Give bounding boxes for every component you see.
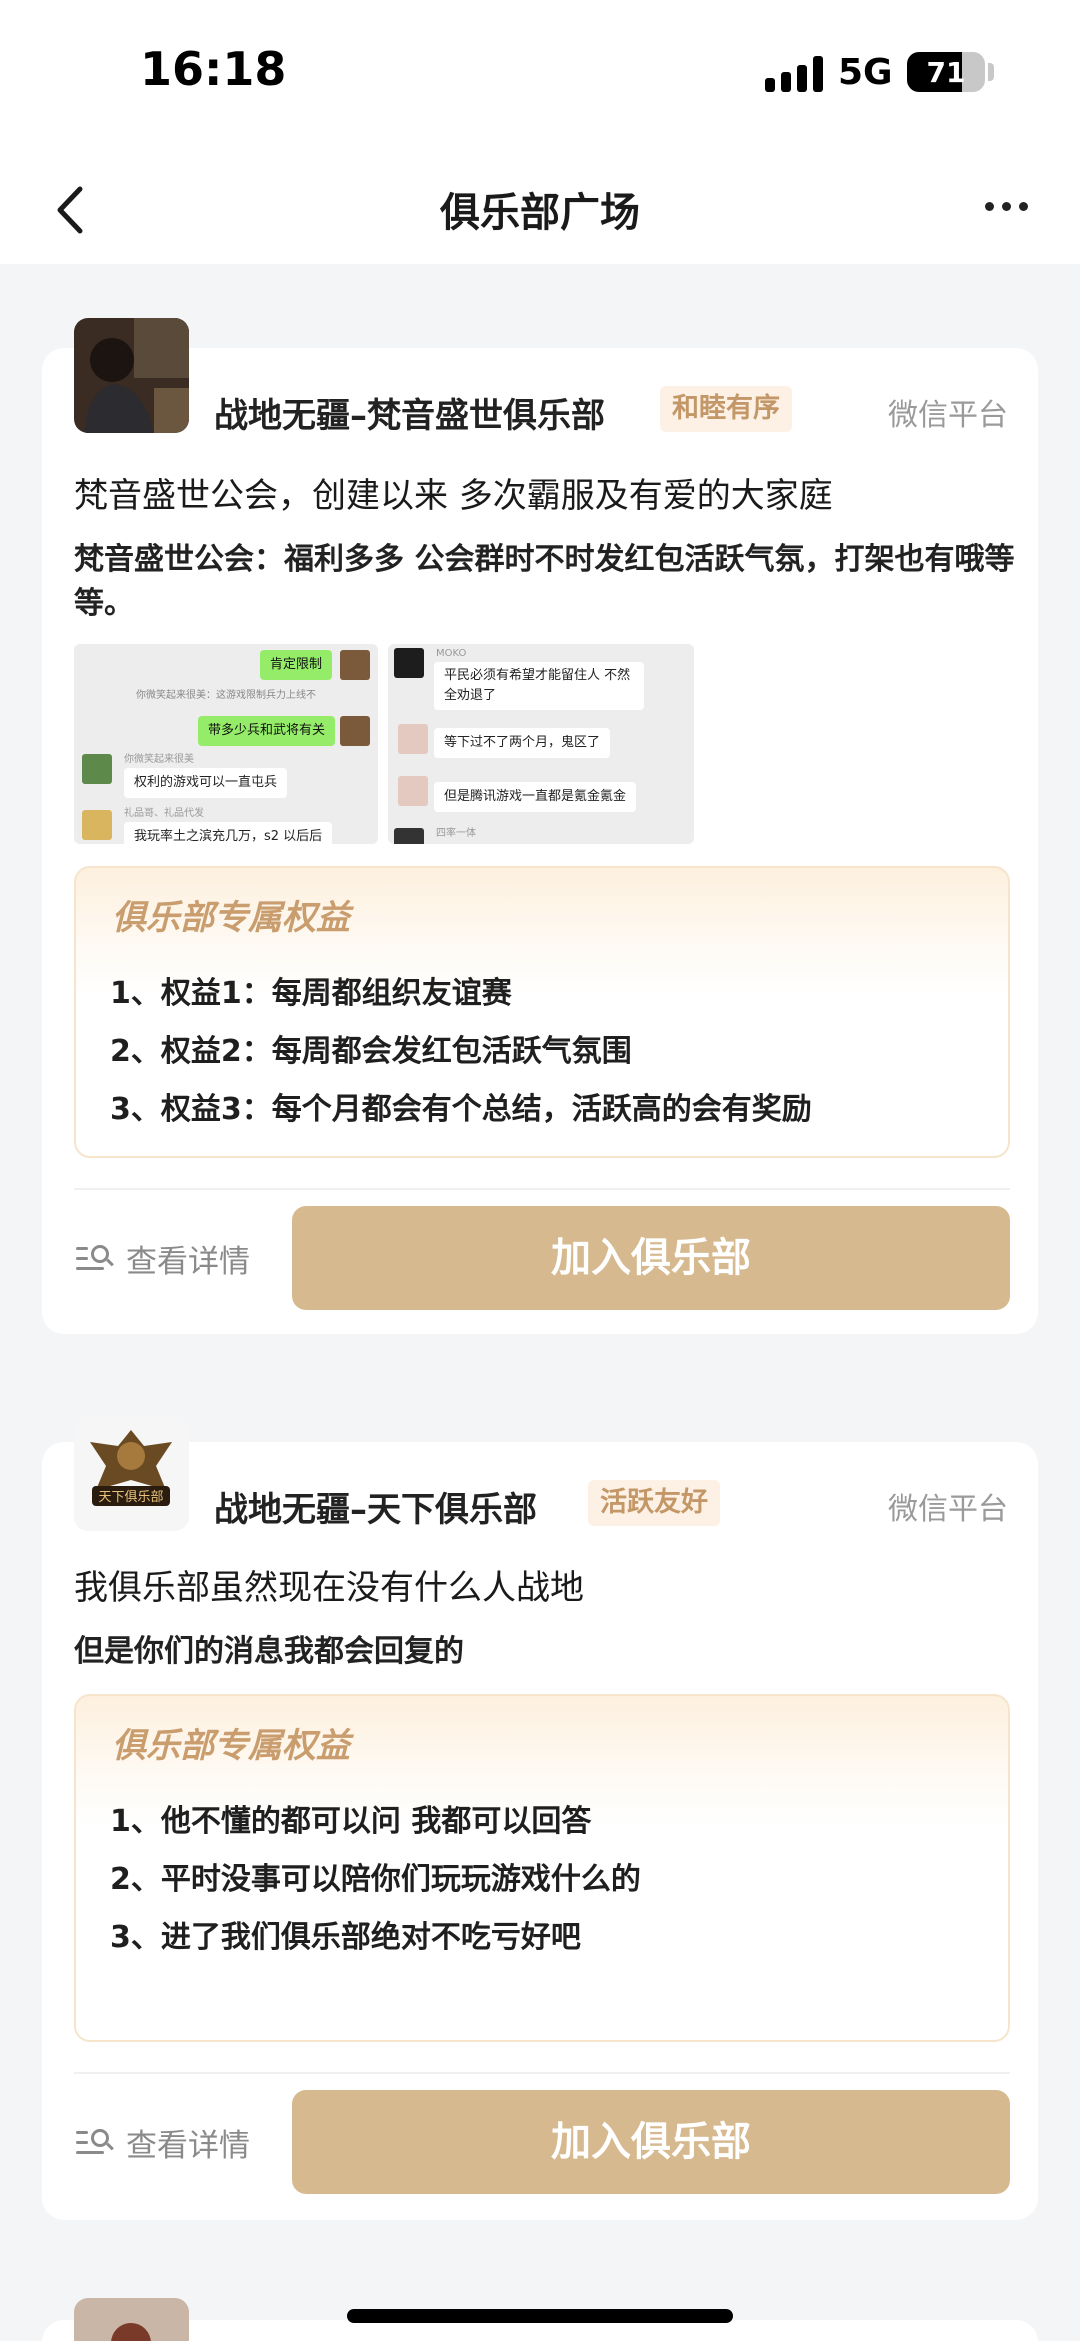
chat-bubble: 你微笑起来很美：这游戏限制兵力上线不 xyxy=(136,690,316,701)
chat-avatar xyxy=(82,754,112,784)
club-headline: 梵音盛世公会，创建以来 多次霸服及有爱的大家庭 xyxy=(74,476,833,516)
club-platform: 微信平台 xyxy=(888,1492,1008,1527)
club-headline: 我俱乐部虽然现在没有什么人战地 xyxy=(74,1568,584,1608)
chat-bubble: 肯定限制 xyxy=(260,650,333,680)
benefit-item: 1、他不懂的都可以问 我都可以回答 xyxy=(110,1804,592,1839)
club-platform: 微信平台 xyxy=(888,398,1008,433)
chat-sender: 你微笑起来很美 xyxy=(124,754,194,765)
benefits-title: 俱乐部专属权益 xyxy=(112,898,350,938)
status-bar: 16:18 5G 71 xyxy=(0,0,1080,150)
club-screenshots: 肯定限制 你微笑起来很美：这游戏限制兵力上线不 带多少兵和武将有关 你微笑起来很… xyxy=(74,644,694,844)
nav-bar: 俱乐部广场 xyxy=(0,150,1080,264)
view-details-label: 查看详情 xyxy=(126,2127,250,2164)
chat-avatar xyxy=(398,776,428,806)
club-benefits: 俱乐部专属权益 1、他不懂的都可以问 我都可以回答 2、平时没事可以陪你们玩玩游… xyxy=(74,1694,1010,2042)
club-name: 战地无疆–梵音盛世俱乐部 xyxy=(214,396,605,436)
club-avatar[interactable] xyxy=(74,2298,189,2341)
club-benefits: 俱乐部专属权益 1、权益1：每周都组织友谊赛 2、权益2：每周都会发红包活跃气氛… xyxy=(74,866,1010,1158)
battery-tip xyxy=(988,63,994,81)
detail-list-search-icon xyxy=(76,2127,114,2157)
view-details-link[interactable]: 查看详情 xyxy=(76,2090,250,2194)
club-description: 但是你们的消息我都会回复的 xyxy=(74,1634,464,1669)
home-indicator[interactable] xyxy=(347,2309,733,2323)
club-tag: 和睦有序 xyxy=(660,386,792,432)
benefit-item: 2、平时没事可以陪你们玩玩游戏什么的 xyxy=(110,1862,641,1897)
club-avatar[interactable] xyxy=(74,318,189,433)
chat-sender: 礼品哥、礼品代发 xyxy=(124,808,204,819)
chat-avatar xyxy=(340,716,370,746)
benefits-title: 俱乐部专属权益 xyxy=(112,1726,350,1766)
chat-bubble: 带多少兵和武将有关 xyxy=(198,716,336,746)
signal-icon xyxy=(765,56,823,92)
card-divider xyxy=(74,1188,1010,1190)
chat-bubble: 平民必须有希望才能留住人 不然全劝退了 xyxy=(434,662,644,710)
card-divider xyxy=(74,2072,1010,2074)
chat-bubble: 但是腾讯游戏一直都是氪金氪金 xyxy=(434,782,637,812)
chat-avatar xyxy=(398,724,428,754)
avatar-emblem-text: 天下俱乐部 xyxy=(98,1490,163,1505)
benefit-item: 3、进了我们俱乐部绝对不吃亏好吧 xyxy=(110,1920,581,1955)
view-details-link[interactable]: 查看详情 xyxy=(76,1206,250,1310)
join-club-button[interactable]: 加入俱乐部 xyxy=(292,1206,1010,1310)
chat-avatar xyxy=(82,810,112,840)
battery-icon: 71 xyxy=(907,52,985,92)
page-title: 俱乐部广场 xyxy=(440,190,640,236)
benefit-item: 3、权益3：每个月都会有个总结，活跃高的会有奖励 xyxy=(110,1092,812,1127)
chat-avatar xyxy=(394,648,424,678)
chat-avatar xyxy=(394,828,424,844)
chat-bubble: 我玩率土之滨充几万，s2 以后后 xyxy=(124,822,333,844)
club-description: 梵音盛世公会：福利多多 公会群时不时发红包活跃气氛，打架也有哦等等。 xyxy=(74,542,1015,621)
more-icon[interactable] xyxy=(985,202,1029,214)
chat-sender: 四率一体 xyxy=(436,828,476,839)
detail-list-search-icon xyxy=(76,1243,114,1273)
network-type: 5G xyxy=(838,52,893,93)
view-details-label: 查看详情 xyxy=(126,1243,250,1280)
club-avatar[interactable]: 天下俱乐部 xyxy=(74,1416,189,1531)
status-time: 16:18 xyxy=(140,42,287,96)
benefit-item: 2、权益2：每周都会发红包活跃气氛围 xyxy=(110,1034,632,1069)
chat-screenshot[interactable]: 肯定限制 你微笑起来很美：这游戏限制兵力上线不 带多少兵和武将有关 你微笑起来很… xyxy=(74,644,378,844)
club-card: 战地无疆–梵音盛世俱乐部 和睦有序 微信平台 梵音盛世公会，创建以来 多次霸服及… xyxy=(42,318,1038,1334)
club-name: 战地无疆–天下俱乐部 xyxy=(214,1490,537,1530)
join-club-button[interactable]: 加入俱乐部 xyxy=(292,2090,1010,2194)
chat-bubble: 等下过不了两个月，鬼区了 xyxy=(434,728,611,758)
club-tag: 活跃友好 xyxy=(588,1480,720,1526)
chat-bubble: 权利的游戏可以一直屯兵 xyxy=(124,768,288,798)
chat-sender: MOKO xyxy=(436,648,467,659)
benefit-item: 1、权益1：每周都组织友谊赛 xyxy=(110,976,512,1011)
chat-screenshot[interactable]: MOKO 平民必须有希望才能留住人 不然全劝退了 等下过不了两个月，鬼区了 但是… xyxy=(388,644,694,844)
chat-avatar xyxy=(340,650,370,680)
club-card xyxy=(42,2298,1038,2341)
battery-level: 71 xyxy=(926,56,966,89)
club-card: 天下俱乐部 战地无疆–天下俱乐部 活跃友好 微信平台 我俱乐部虽然现在没有什么人… xyxy=(42,1416,1038,2220)
